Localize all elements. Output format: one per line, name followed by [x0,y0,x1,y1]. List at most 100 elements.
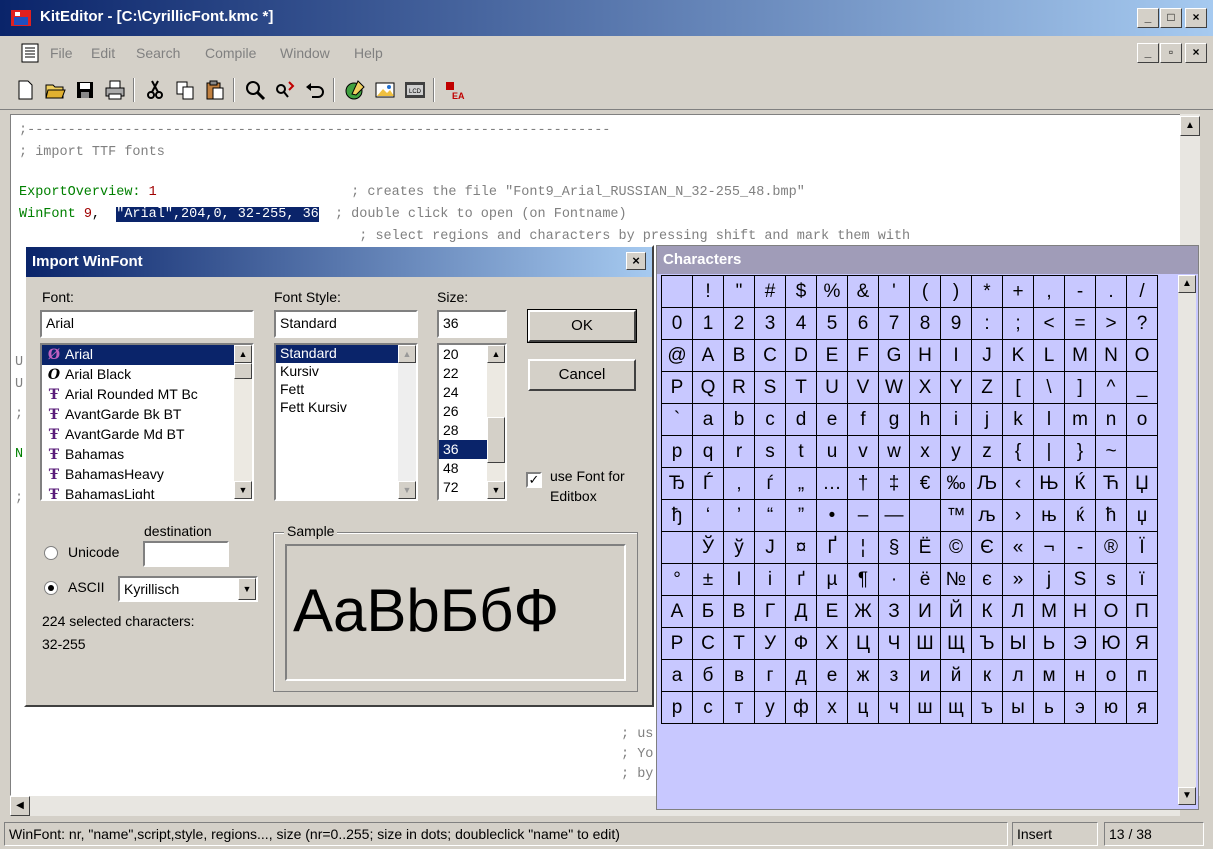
character-cell[interactable]: ц [848,692,879,724]
character-cell[interactable]: В [724,596,755,628]
cut-icon[interactable] [142,77,168,103]
character-cell[interactable]: И [910,596,941,628]
character-cell[interactable]: o [1127,404,1158,436]
unicode-radio[interactable] [44,546,58,560]
font-list-item[interactable]: Ø Arial [42,345,252,365]
character-cell[interactable]: ; [1003,308,1034,340]
character-cell[interactable]: < [1034,308,1065,340]
character-cell[interactable]: 5 [817,308,848,340]
character-cell[interactable]: k [1003,404,1034,436]
character-grid[interactable]: ! " # $% & '() * +, -./0 1 2 3 4 5 6 7 8 9:; < = >? @ A B C D E F G H… [661,275,1158,724]
character-cell[interactable]: { [1003,436,1034,468]
character-cell[interactable]: Ж [848,596,879,628]
style-list-item[interactable]: Fett [276,381,416,399]
character-cell[interactable]: ™ [941,500,972,532]
scroll-down-icon[interactable]: ▼ [487,481,505,499]
character-cell[interactable]: 1 [693,308,724,340]
character-cell[interactable]: Ё [910,532,941,564]
character-cell[interactable]: ~ [1096,436,1127,468]
character-cell[interactable]: і [755,564,786,596]
character-cell[interactable]: Г [755,596,786,628]
character-cell[interactable]: ґ [786,564,817,596]
character-cell[interactable]: © [941,532,972,564]
character-cell[interactable]: Е [817,596,848,628]
character-cell[interactable]: M [1065,340,1096,372]
style-list-scrollbar[interactable]: ▲ ▼ [398,345,416,499]
character-cell[interactable]: п [1127,660,1158,692]
character-cell[interactable]: х [817,692,848,724]
character-cell[interactable]: е [817,660,848,692]
character-cell[interactable]: d [786,404,817,436]
character-cell[interactable]: ' [879,276,910,308]
character-cell[interactable]: ж [848,660,879,692]
character-cell[interactable]: Ћ [1096,468,1127,500]
character-cell[interactable]: › [1003,500,1034,532]
character-cell[interactable]: — [879,500,910,532]
character-cell[interactable]: ѓ [755,468,786,500]
character-cell[interactable]: “ [755,500,786,532]
character-cell[interactable]: Л [1003,596,1034,628]
character-cell[interactable]: N [1096,340,1127,372]
character-cell[interactable]: Н [1065,596,1096,628]
character-cell[interactable]: / [1127,276,1158,308]
character-cell[interactable]: \ [1034,372,1065,404]
menu-compile[interactable]: Compile [205,45,256,61]
scroll-thumb[interactable] [487,417,505,463]
character-cell[interactable]: А [662,596,693,628]
character-cell[interactable]: П [1127,596,1158,628]
character-cell[interactable]: Т [724,628,755,660]
character-cell[interactable]: f [848,404,879,436]
character-cell[interactable]: e [817,404,848,436]
character-cell[interactable]: Щ [941,628,972,660]
character-cell[interactable]: д [786,660,817,692]
character-cell[interactable]: Ј [755,532,786,564]
character-cell[interactable]: G [879,340,910,372]
ascii-radio[interactable] [44,581,58,595]
open-folder-icon[interactable] [42,77,68,103]
character-cell[interactable]: l [1034,404,1065,436]
character-cell[interactable]: ± [693,564,724,596]
font-list-item[interactable]: Ŧ BahamasHeavy [42,465,252,485]
character-cell[interactable]: ь [1034,692,1065,724]
font-name-input[interactable]: Arial [40,310,254,338]
character-cell[interactable]: * [972,276,1003,308]
character-cell[interactable]: W [879,372,910,404]
character-cell[interactable]: » [1003,564,1034,596]
character-cell[interactable]: – [848,500,879,532]
character-cell[interactable]: | [1034,436,1065,468]
character-cell[interactable]: ў [724,532,755,564]
character-cell[interactable]: m [1065,404,1096,436]
character-cell[interactable]: ¶ [848,564,879,596]
find-icon[interactable] [242,77,268,103]
character-cell[interactable]: . [1096,276,1127,308]
character-cell[interactable]: = [1065,308,1096,340]
character-cell[interactable]: ? [1127,308,1158,340]
character-cell[interactable]: « [1003,532,1034,564]
character-cell[interactable]: † [848,468,879,500]
character-cell[interactable]: њ [1034,500,1065,532]
chevron-down-icon[interactable]: ▼ [238,578,256,600]
unicode-input[interactable] [143,541,229,567]
character-cell[interactable]: б [693,660,724,692]
ea-icon[interactable]: EA [442,77,468,103]
size-list-scrollbar[interactable]: ▲ ▼ [487,345,505,499]
character-cell[interactable]: B [724,340,755,372]
character-cell[interactable]: u [817,436,848,468]
character-cell[interactable]: ¦ [848,532,879,564]
character-cell[interactable]: b [724,404,755,436]
character-cell[interactable]: ћ [1096,500,1127,532]
character-cell[interactable]: > [1096,308,1127,340]
font-style-input[interactable]: Standard [274,310,418,338]
character-cell[interactable]: Р [662,628,693,660]
character-cell[interactable]: % [817,276,848,308]
character-cell[interactable]: F [848,340,879,372]
character-cell[interactable]: й [941,660,972,692]
character-cell[interactable]: о [1096,660,1127,692]
scroll-left-icon[interactable]: ◀ [10,796,30,816]
character-cell[interactable]: ¬ [1034,532,1065,564]
menu-edit[interactable]: Edit [91,45,115,61]
character-cell[interactable]: @ [662,340,693,372]
scroll-up-icon[interactable]: ▲ [1178,275,1196,293]
character-cell[interactable]: ] [1065,372,1096,404]
character-cell[interactable]: p [662,436,693,468]
